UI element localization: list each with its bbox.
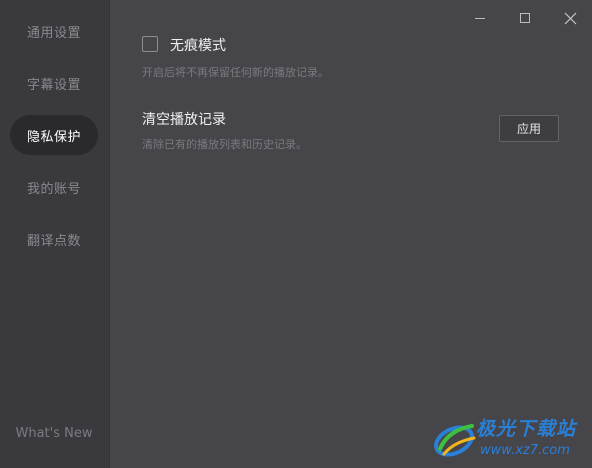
aurora-logo-icon	[434, 424, 476, 457]
privacy-settings-panel: 无痕模式 开启后将不再保留任何新的播放记录。 清空播放记录 清除已有的播放列表和…	[110, 0, 592, 468]
sidebar-item-subtitles[interactable]: 字幕设置	[10, 63, 98, 103]
incognito-checkbox[interactable]	[142, 36, 158, 52]
sidebar: 通用设置 字幕设置 隐私保护 我的账号 翻译点数 What's New	[0, 0, 110, 468]
watermark-title: 极光下载站	[476, 418, 577, 440]
sidebar-item-general[interactable]: 通用设置	[10, 11, 98, 51]
clear-history-description: 清除已有的播放列表和历史记录。	[142, 138, 307, 151]
sidebar-item-privacy[interactable]: 隐私保护	[10, 115, 98, 155]
incognito-description: 开启后将不再保留任何新的播放记录。	[142, 66, 329, 79]
settings-window: 通用设置 字幕设置 隐私保护 我的账号 翻译点数 What's New 无痕模式…	[0, 0, 592, 468]
sidebar-item-translation-points[interactable]: 翻译点数	[10, 219, 98, 259]
clear-history-title: 清空播放记录	[142, 112, 226, 128]
watermark-url: www.xz7.com	[480, 443, 570, 458]
incognito-title: 无痕模式	[170, 38, 226, 54]
watermark-logo: 极光下载站 www.xz7.com	[430, 412, 590, 464]
sidebar-item-account[interactable]: 我的账号	[10, 167, 98, 207]
apply-button[interactable]: 应用	[499, 115, 559, 142]
whats-new-link[interactable]: What's New	[0, 426, 108, 446]
